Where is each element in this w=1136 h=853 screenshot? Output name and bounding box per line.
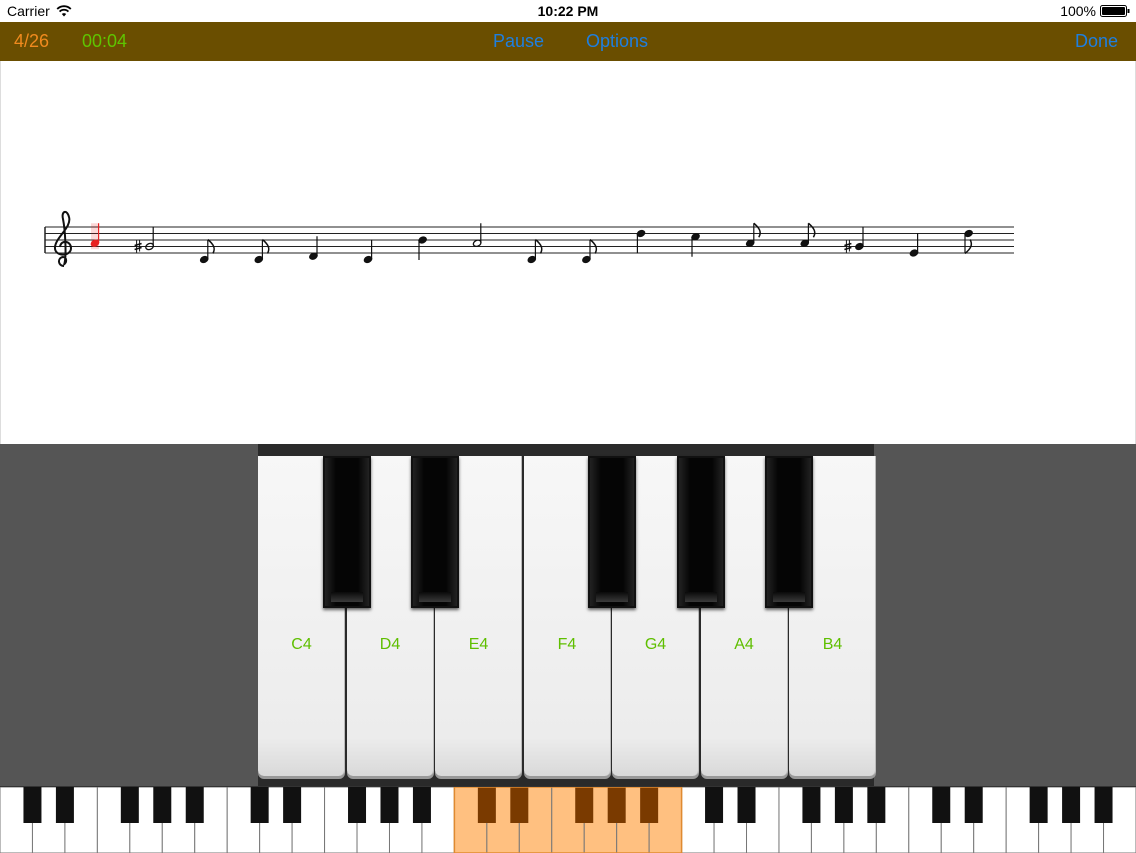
mini-black-key[interactable] [640, 787, 659, 823]
treble-clef-icon [54, 211, 73, 267]
mini-black-key[interactable] [1062, 787, 1081, 823]
key-label: D4 [379, 636, 401, 653]
pause-button[interactable]: Pause [493, 31, 544, 52]
timer: 00:04 [82, 31, 128, 51]
black-key-d-sharp4[interactable] [411, 456, 459, 608]
mini-black-key[interactable] [607, 787, 626, 823]
mini-black-key[interactable] [575, 787, 594, 823]
mini-black-key[interactable] [412, 787, 431, 823]
staff-note [909, 233, 919, 257]
mini-black-key[interactable] [120, 787, 139, 823]
toolbar: 4/26 00:04 Pause Options Done [0, 22, 1136, 61]
black-key-f-sharp4[interactable] [588, 456, 636, 608]
mini-black-key[interactable] [153, 787, 172, 823]
battery-icon [1100, 5, 1130, 17]
mini-black-key[interactable] [477, 787, 496, 823]
clock: 10:22 PM [537, 3, 599, 19]
mini-black-key[interactable] [250, 787, 269, 823]
mini-keyboard-keys[interactable] [0, 787, 1136, 853]
key-label: G4 [644, 636, 667, 653]
staff-note [363, 239, 373, 264]
status-bar: Carrier 10:22 PM 100% [0, 0, 1136, 22]
mini-black-key[interactable] [55, 787, 74, 823]
key-label: E4 [468, 636, 489, 653]
mini-black-key[interactable] [23, 787, 42, 823]
mini-black-key[interactable] [348, 787, 367, 823]
mini-black-key[interactable] [802, 787, 821, 823]
staff-note [254, 238, 270, 264]
staff-lines [44, 226, 1014, 254]
black-key-c-sharp4[interactable] [322, 456, 371, 608]
music-staff [44, 211, 1014, 267]
key-label: A4 [734, 636, 754, 653]
mini-black-key[interactable] [834, 787, 853, 823]
mini-keyboard-navigator[interactable] [0, 786, 1136, 853]
mini-black-key[interactable] [705, 787, 724, 823]
mini-black-key[interactable] [1029, 787, 1048, 823]
key-label: B4 [822, 636, 843, 653]
staff-note [199, 238, 215, 264]
staff-note [90, 223, 100, 250]
mini-black-key[interactable] [185, 787, 204, 823]
mini-black-key[interactable] [867, 787, 886, 823]
mini-black-key[interactable] [380, 787, 399, 823]
mini-black-key[interactable] [964, 787, 983, 823]
progress-count: 4/26 [14, 31, 50, 51]
black-key-a-sharp4[interactable] [765, 456, 813, 608]
battery-percent: 100% [1060, 3, 1096, 19]
staff-area [0, 61, 1136, 444]
staff-note [527, 238, 543, 264]
mini-black-key[interactable] [932, 787, 951, 823]
mini-black-key[interactable] [1094, 787, 1113, 823]
staff-note [418, 236, 427, 260]
options-button[interactable]: Options [586, 31, 648, 52]
staff-note [582, 238, 598, 264]
mini-black-key[interactable] [737, 787, 756, 823]
mini-black-key[interactable] [283, 787, 302, 823]
black-key-g-sharp4[interactable] [676, 456, 725, 608]
staff-note [636, 229, 646, 254]
key-label: C4 [291, 636, 312, 653]
piano-keyboard: C4 D4 E4 F4 G4 A4 B4 [258, 444, 876, 786]
piano-area: C4 D4 E4 F4 G4 A4 B4 [0, 444, 1136, 786]
notes [90, 222, 973, 264]
mini-black-key[interactable] [510, 787, 529, 823]
staff-note [964, 229, 973, 255]
key-label: F4 [557, 636, 577, 653]
done-button[interactable]: Done [1075, 31, 1118, 52]
